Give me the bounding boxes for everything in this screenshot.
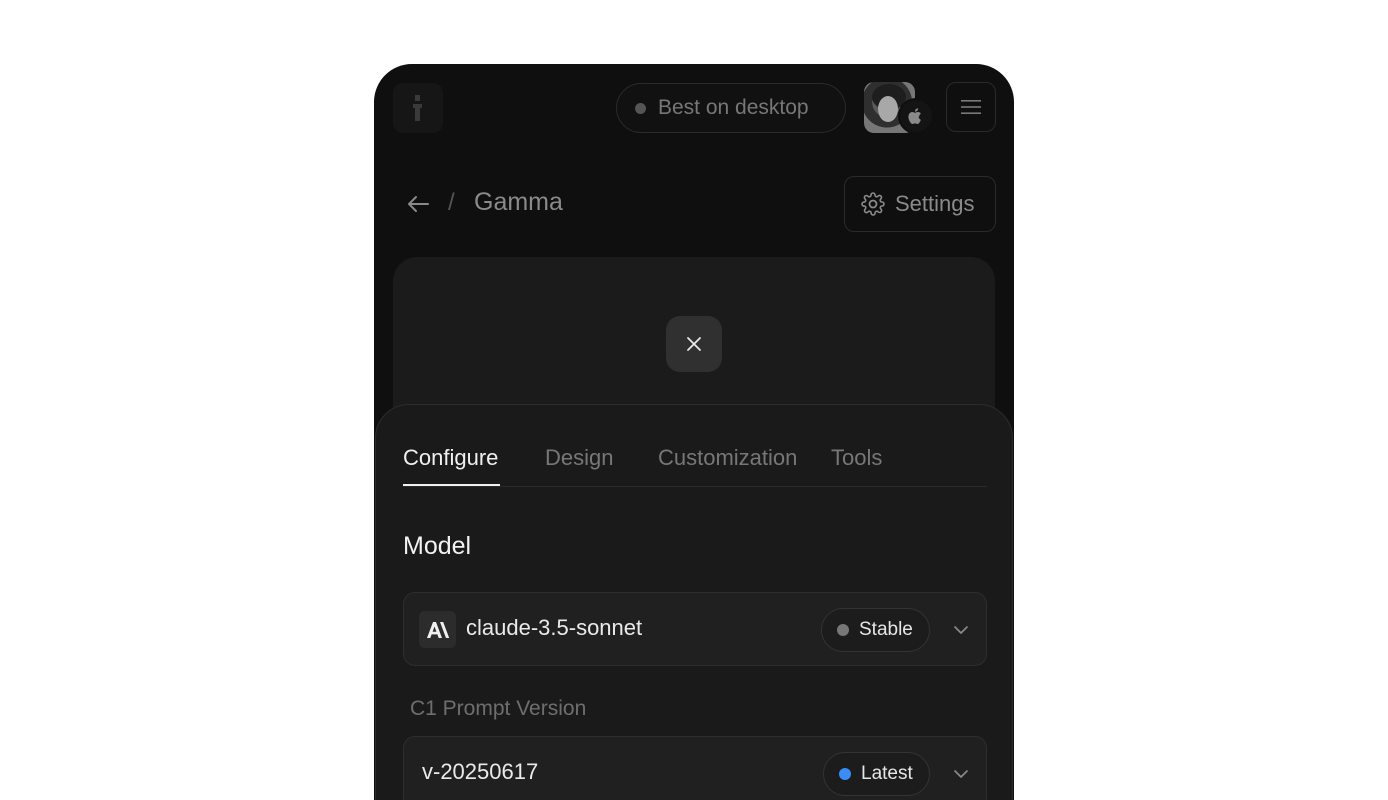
chevron-down-icon[interactable] [952,765,970,783]
hamburger-icon [961,100,981,114]
stable-badge: Stable [821,608,930,652]
app-logo[interactable] [393,83,443,133]
arrow-left-icon [408,196,429,212]
gear-icon [861,192,885,216]
tab-tools[interactable]: Tools [831,445,882,471]
latest-badge-label: Latest [861,763,913,784]
apple-badge [898,98,934,134]
prompt-version-value: v-20250617 [422,759,539,784]
desktop-pill-label: Best on desktop [658,96,809,119]
config-sheet: Configure Design Customization Tools Mod… [375,404,1013,800]
tab-customization[interactable]: Customization [658,445,797,471]
settings-label: Settings [895,191,975,216]
apple-icon [908,108,921,124]
app-window: Best on desktop / Gamma Settings Configu… [374,64,1014,800]
user-avatar-group[interactable] [864,82,934,136]
tab-configure[interactable]: Configure [403,445,501,486]
model-value: claude-3.5-sonnet [466,615,643,640]
anthropic-icon [419,611,456,648]
badge-dot [837,624,849,636]
back-button[interactable] [404,190,432,218]
prompt-version-select[interactable]: v-20250617 Latest [403,736,987,800]
close-icon [687,337,701,351]
breadcrumb-separator: / [448,189,455,216]
prompt-version-label: C1 Prompt Version [410,697,587,720]
best-on-desktop-pill: Best on desktop [616,83,846,133]
tab-design[interactable]: Design [545,445,613,471]
menu-button[interactable] [946,82,996,132]
settings-button[interactable]: Settings [844,176,996,232]
chevron-down-icon[interactable] [952,621,970,639]
latest-badge: Latest [823,752,930,796]
logo-icon [413,95,422,121]
tab-bar: Configure Design Customization Tools [403,445,987,487]
close-button[interactable] [666,316,722,372]
page-title: Gamma [474,188,563,216]
stable-badge-label: Stable [859,619,913,640]
badge-dot [839,768,851,780]
status-dot [635,102,646,114]
model-select[interactable]: claude-3.5-sonnet Stable [403,592,987,666]
model-section-title: Model [403,532,472,560]
